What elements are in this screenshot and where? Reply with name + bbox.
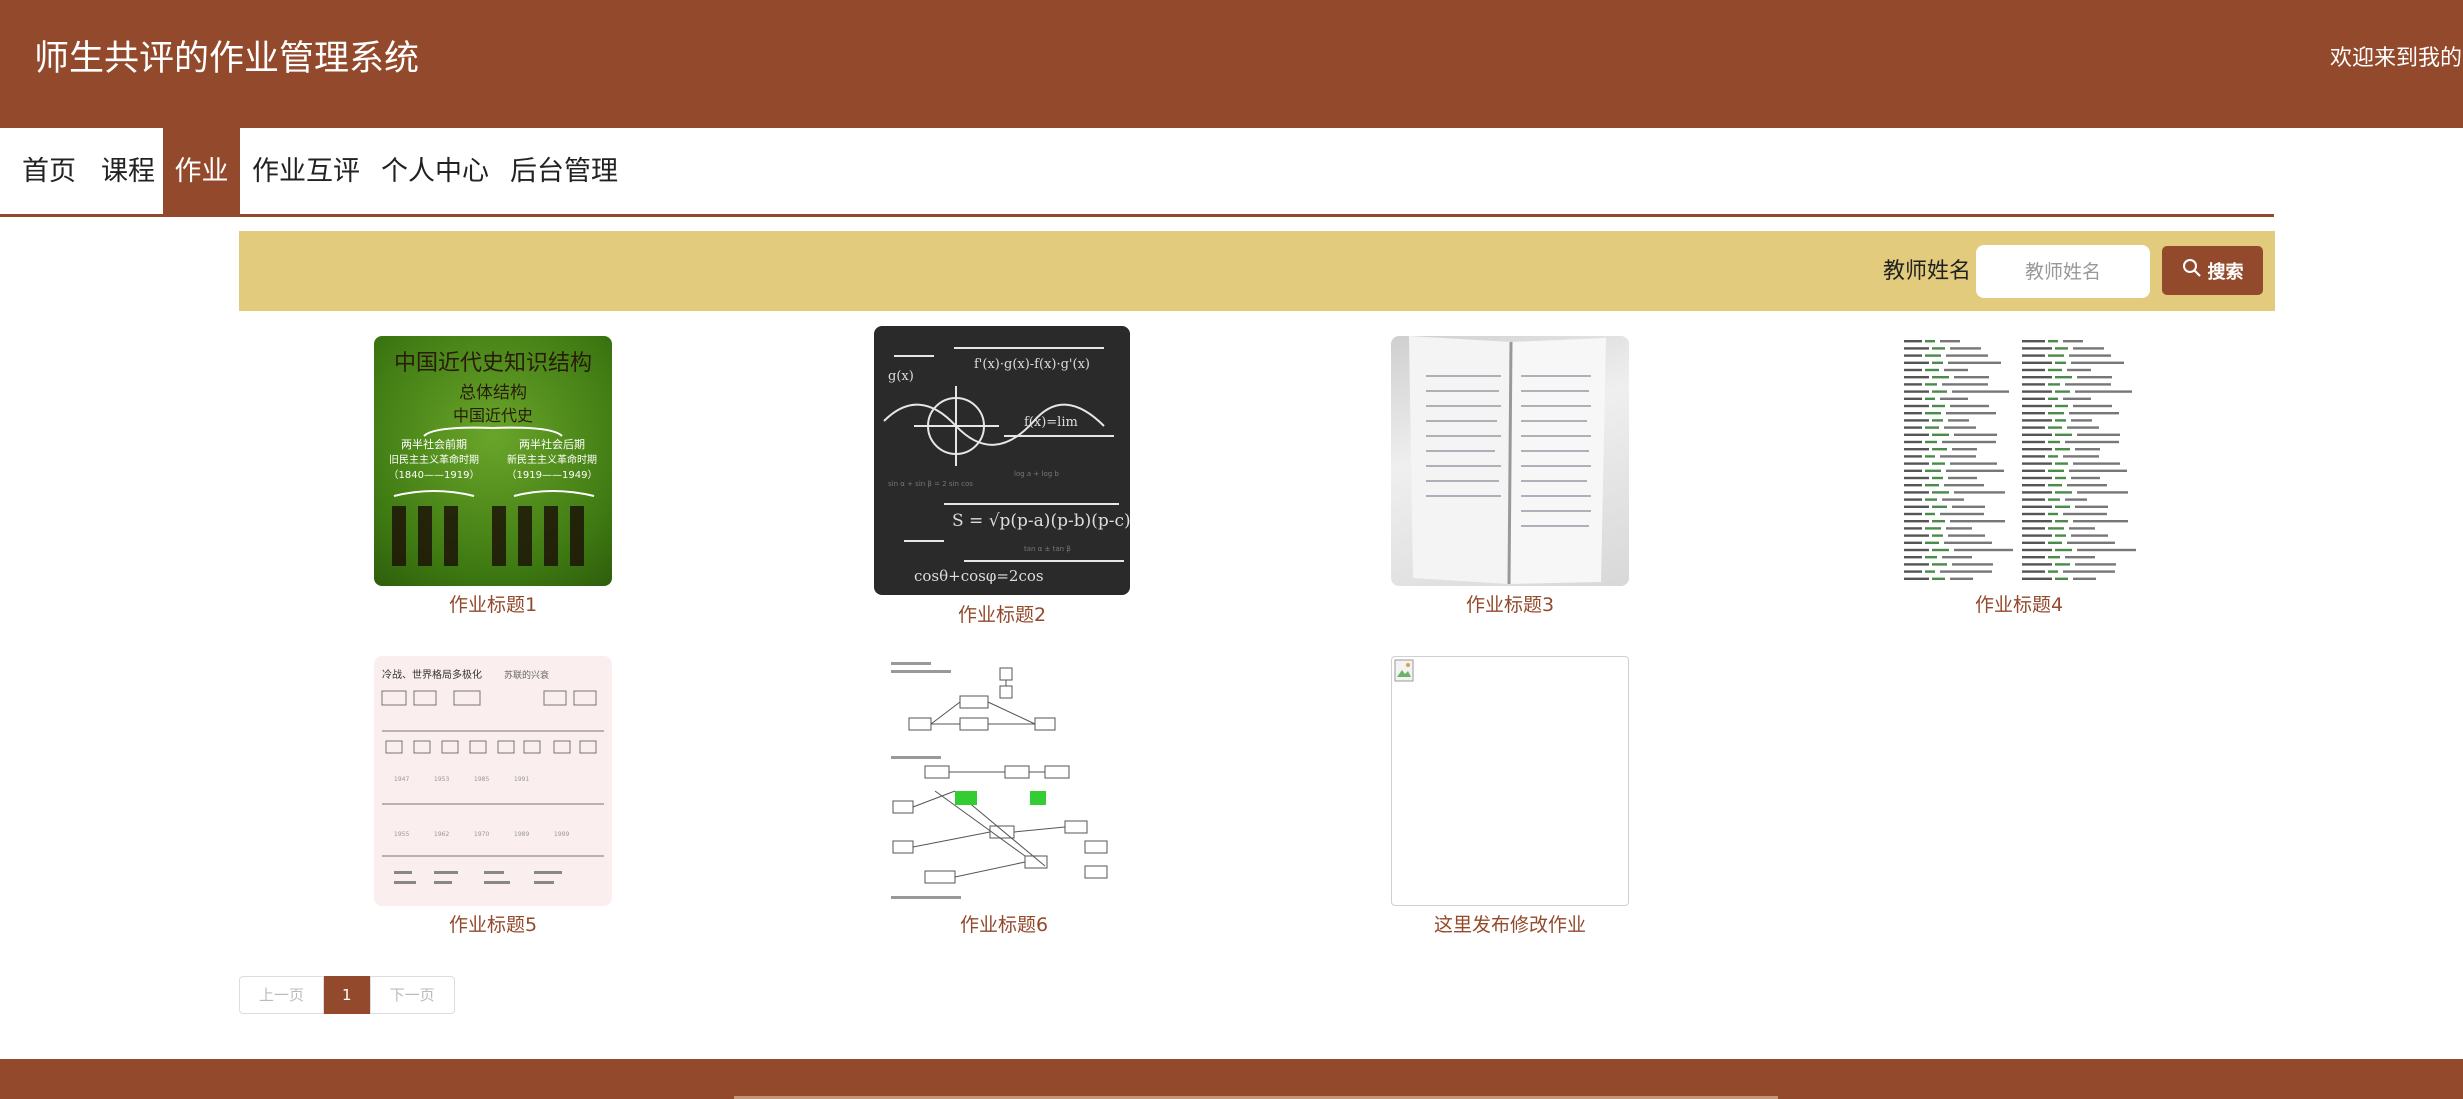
thumb-text: 两半社会后期	[519, 437, 585, 451]
homework-title[interactable]: 作业标题1	[374, 592, 612, 618]
svg-text:tan α ± tan β: tan α ± tan β	[1024, 545, 1071, 553]
svg-text:g(x): g(x)	[888, 369, 914, 384]
thumb-text: 两半社会前期	[401, 437, 467, 451]
homework-card[interactable]: 冷战、世界格局多极化 苏联的兴衰 1947 1953 1985 1991 1955 19…	[374, 656, 614, 941]
footer-bar	[0, 1059, 2463, 1099]
search-button-label: 搜索	[2207, 261, 2244, 283]
svg-text:1991: 1991	[514, 776, 529, 783]
homework-title[interactable]: 作业标题4	[1900, 592, 2138, 618]
thumb-text: 旧民主主义革命时期	[389, 453, 479, 466]
nav-item-admin[interactable]: 后台管理	[510, 128, 620, 216]
homework-card[interactable]: 这里发布修改作业	[1391, 656, 1631, 941]
homework-thumbnail[interactable]: 中国近代史知识结构 总体结构 中国近代史 两半社会前期 旧民主主义革命时期 （1…	[374, 336, 612, 586]
nav-item-peer-review[interactable]: 作业互评	[252, 128, 362, 216]
homework-title[interactable]: 作业标题5	[374, 912, 612, 938]
next-page-button[interactable]: 下一页	[369, 976, 455, 1014]
svg-text:f'(x)·g(x)-f(x)·g'(x): f'(x)·g(x)-f(x)·g'(x)	[974, 357, 1090, 372]
homework-thumbnail[interactable]: 冷战、世界格局多极化 苏联的兴衰 1947 1953 1985 1991 1955 19…	[374, 656, 612, 906]
nav-item-homework[interactable]: 作业	[163, 128, 240, 216]
homework-card[interactable]: 作业标题3	[1391, 336, 1631, 621]
current-page-button[interactable]: 1	[324, 976, 370, 1014]
thumb-text: 新民主主义革命时期	[507, 453, 597, 466]
thumb-text: 中国近代史	[453, 406, 533, 425]
thumb-text: （1919——1949）	[507, 469, 598, 481]
svg-text:1955: 1955	[394, 831, 409, 838]
nav-item-home[interactable]: 首页	[22, 128, 76, 216]
homework-title[interactable]: 这里发布修改作业	[1391, 912, 1629, 938]
svg-text:sin α + sin β = 2 sin cos: sin α + sin β = 2 sin cos	[888, 480, 973, 488]
svg-text:f(x)=lim: f(x)=lim	[1024, 415, 1078, 430]
svg-text:1947: 1947	[394, 776, 409, 783]
homework-card[interactable]: 中国近代史知识结构 总体结构 中国近代史 两半社会前期 旧民主主义革命时期 （1…	[374, 336, 614, 621]
homework-thumbnail[interactable]	[1900, 336, 2138, 586]
homework-title[interactable]: 作业标题2	[874, 602, 1130, 628]
teacher-name-input[interactable]	[1976, 245, 2150, 298]
nav-item-profile[interactable]: 个人中心	[381, 128, 491, 216]
nav-divider	[0, 214, 2274, 217]
svg-text:1953: 1953	[434, 776, 449, 783]
homework-card[interactable]: g(x) f'(x)·g(x)-f(x)·g'(x) f(x)=lim S = √…	[874, 326, 1130, 631]
homework-title[interactable]: 作业标题6	[885, 912, 1123, 938]
search-button[interactable]: 搜索	[2162, 246, 2263, 295]
svg-text:log a + log b: log a + log b	[1014, 470, 1059, 478]
site-title: 师生共评的作业管理系统	[34, 39, 420, 79]
search-icon	[2182, 258, 2202, 283]
svg-text:1962: 1962	[434, 831, 449, 838]
pagination: 上一页 1 下一页	[239, 976, 455, 1014]
svg-text:1985: 1985	[474, 776, 489, 783]
thumb-text: （1840——1919）	[389, 469, 480, 481]
homework-thumbnail[interactable]	[1391, 336, 1629, 586]
welcome-text: 欢迎来到我的网	[2330, 46, 2463, 71]
thumb-text: 冷战、世界格局多极化	[382, 668, 482, 681]
thumb-text: 总体结构	[459, 383, 527, 403]
nav-item-courses[interactable]: 课程	[101, 128, 155, 216]
homework-title[interactable]: 作业标题3	[1391, 592, 1629, 618]
svg-text:1999: 1999	[554, 831, 569, 838]
svg-text:1989: 1989	[514, 831, 529, 838]
homework-thumbnail[interactable]: g(x) f'(x)·g(x)-f(x)·g'(x) f(x)=lim S = √…	[874, 326, 1130, 595]
thumb-text: 苏联的兴衰	[504, 669, 549, 681]
homework-card[interactable]: 作业标题4	[1900, 336, 2140, 621]
broken-image-icon[interactable]	[1391, 656, 1629, 906]
header-bar: 师生共评的作业管理系统 欢迎来到我的网	[0, 0, 2463, 128]
homework-card[interactable]: 作业标题6	[885, 656, 1125, 941]
svg-text:1970: 1970	[474, 831, 489, 838]
svg-text:S = √p(p-a)(p-b)(p-c): S = √p(p-a)(p-b)(p-c)	[952, 511, 1130, 531]
thumb-text: 中国近代史知识结构	[394, 351, 592, 376]
teacher-name-label: 教师姓名	[1883, 259, 1972, 284]
svg-text:cosθ+cosφ=2cos: cosθ+cosφ=2cos	[914, 567, 1044, 585]
homework-thumbnail[interactable]	[885, 656, 1123, 906]
prev-page-button[interactable]: 上一页	[239, 976, 325, 1014]
